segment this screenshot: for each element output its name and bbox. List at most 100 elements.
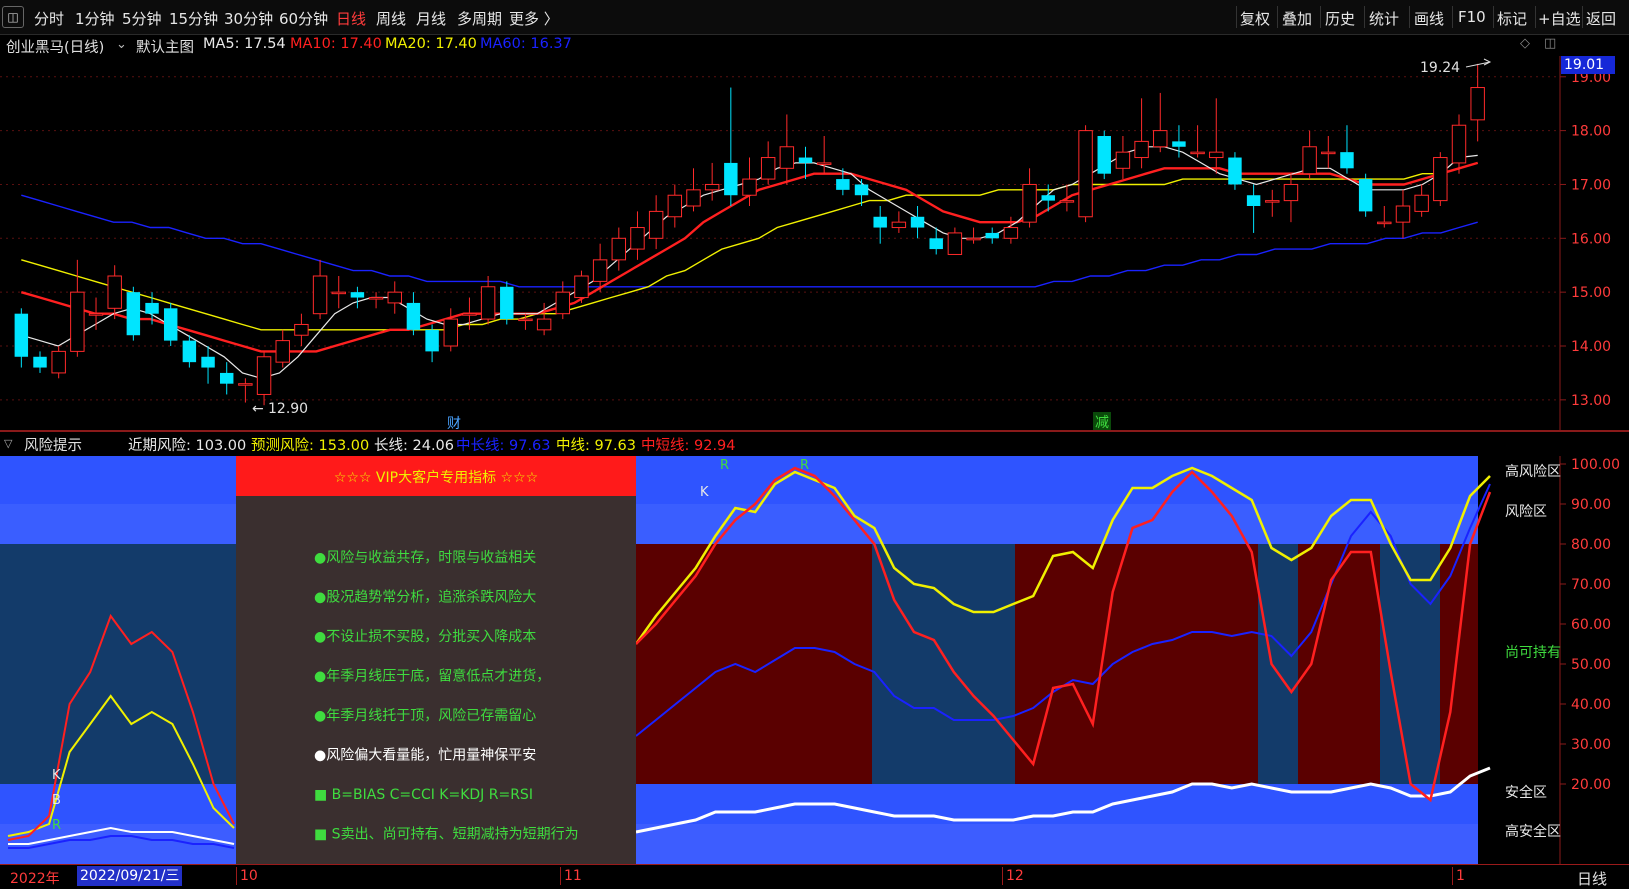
candle	[14, 308, 29, 368]
candle	[480, 276, 496, 325]
vip-line: ●年季月线托于顶，风险已存需留心	[314, 708, 536, 724]
template-dropdown-icon[interactable]: ⌄	[116, 37, 127, 52]
vip-line: ●风险与收益共存，时限与收益相关	[314, 550, 536, 566]
candle	[1209, 98, 1224, 174]
price-tick-label: 13.00	[1571, 393, 1611, 409]
line-mark-right: K	[700, 485, 709, 500]
risk-indicator-chart[interactable]: 100.00 90.00 80.00 70.00 60.00 50.00 40.00 30.0…	[0, 456, 1629, 864]
vip-title: ☆☆☆ VIP大客户专用指标 ☆☆☆	[334, 469, 538, 486]
candle	[275, 329, 290, 368]
candle	[1433, 152, 1448, 206]
stock-name[interactable]: 创业黑马(日线)	[6, 36, 104, 57]
ma10-label: MA10: 17.40	[290, 36, 382, 52]
candle	[1321, 136, 1336, 169]
candle	[816, 136, 832, 174]
vip-info-box: ☆☆☆ VIP大客户专用指标 ☆☆☆ ●风险与收益共存，时限与收益相关 ●股况趋势常…	[236, 456, 636, 864]
vip-line: ■ S卖出、尚可持有、短期减持为短期行为	[314, 827, 579, 843]
stat-predicted-risk: 预测风险: 153.00	[251, 438, 370, 454]
candle	[312, 259, 328, 320]
draw-line-button[interactable]: 画线	[1414, 8, 1444, 29]
candle	[704, 162, 720, 201]
time-axis: 2022年 2022/09/21/三 10 11 12 1 日线	[0, 864, 1629, 888]
price-tick-label: 18.00	[1571, 124, 1611, 140]
candle	[686, 168, 701, 212]
candle	[1302, 130, 1317, 180]
candle	[611, 227, 627, 271]
tab-15min[interactable]: 15分钟	[169, 8, 218, 29]
candle	[425, 324, 439, 363]
price-tick-label: 16.00	[1571, 231, 1611, 247]
candle	[201, 346, 215, 384]
zone-label: 安全区	[1505, 784, 1547, 801]
risk-tick-label: 40.00	[1571, 697, 1611, 713]
candle	[219, 362, 234, 395]
period-toolbar: ◫ 分时 1分钟 5分钟 15分钟 30分钟 60分钟 日线 周线 月线 多周期…	[0, 0, 1629, 35]
collapse-icon[interactable]: ▽	[4, 437, 12, 450]
candle	[760, 141, 776, 185]
tab-more[interactable]: 更多 〉	[509, 8, 559, 29]
line-mark-left: B	[52, 793, 61, 808]
tab-1min[interactable]: 1分钟	[75, 8, 115, 29]
candle	[1078, 125, 1093, 223]
tab-intraday[interactable]: 分时	[34, 8, 64, 29]
year-label: 2022年	[10, 871, 60, 887]
f10-button[interactable]: F10	[1458, 8, 1486, 26]
risk-tick-label: 30.00	[1571, 737, 1611, 753]
candle	[1265, 189, 1280, 217]
diamond-icon[interactable]: ◇	[1520, 36, 1530, 51]
back-button[interactable]: 返回	[1586, 8, 1616, 29]
statistics-button[interactable]: 统计	[1369, 8, 1399, 29]
overlay-button[interactable]: 叠加	[1282, 8, 1312, 29]
risk-tick-label: 100.00	[1571, 457, 1620, 473]
history-button[interactable]: 历史	[1325, 8, 1355, 29]
candle	[294, 313, 309, 346]
candle	[1153, 92, 1168, 153]
candle	[1340, 125, 1354, 174]
candle	[88, 297, 104, 330]
tab-60min[interactable]: 60分钟	[279, 8, 328, 29]
price-tick-label: 17.00	[1571, 177, 1611, 193]
mark-button[interactable]: 标记	[1497, 8, 1527, 29]
vip-line: ●不设止损不买股，分批买入降成本	[314, 629, 536, 645]
tab-monthly[interactable]: 月线	[416, 8, 446, 29]
candle	[387, 281, 402, 314]
month-label-dec: 12	[1006, 868, 1024, 884]
sidebar-toggle-icon[interactable]: ◫	[2, 6, 24, 28]
tab-5min[interactable]: 5分钟	[122, 8, 162, 29]
line-mark-left: K	[52, 768, 61, 783]
event-mark-finance[interactable]: 财	[447, 416, 461, 432]
candle	[779, 114, 795, 185]
stat-mid-long: 中长线: 97.63	[456, 438, 551, 454]
candle	[1377, 206, 1392, 228]
event-mark-reduce[interactable]: 减	[1095, 415, 1109, 431]
candle	[51, 346, 66, 379]
add-watchlist-button[interactable]: +自选	[1538, 8, 1581, 29]
candle	[406, 292, 421, 336]
vip-line: ■ B=BIAS C=CCI K=KDJ R=RSI	[314, 787, 533, 803]
tab-multi-period[interactable]: 多周期	[457, 8, 502, 29]
template-label[interactable]: 默认主图	[136, 36, 194, 57]
tab-30min[interactable]: 30分钟	[224, 8, 273, 29]
stat-long-term: 长线: 24.06	[374, 438, 455, 454]
tab-weekly[interactable]: 周线	[376, 8, 406, 29]
ma60-label: MA60: 16.37	[480, 36, 572, 52]
line-mark-right: R	[720, 458, 729, 473]
indicator-title[interactable]: 风险提示	[24, 434, 82, 455]
month-label-jan: 1	[1456, 868, 1465, 884]
panel-toggle-icon[interactable]: ◫	[1544, 36, 1556, 51]
zone-label: 风险区	[1505, 504, 1547, 520]
candle	[630, 211, 645, 260]
candle	[331, 276, 346, 309]
candle	[107, 265, 122, 320]
adjust-button[interactable]: 复权	[1240, 8, 1270, 29]
tab-daily[interactable]: 日线	[336, 8, 366, 29]
candle	[966, 227, 981, 244]
risk-tick-label: 60.00	[1571, 617, 1611, 633]
candle	[1395, 189, 1411, 239]
low-price-marker: 12.90	[268, 401, 308, 417]
zone-label: 尚可持有	[1505, 645, 1561, 661]
current-price-value: 19.01	[1564, 57, 1604, 73]
candlestick-chart[interactable]: 19.0018.0017.0016.0015.0014.0013.00 19.0…	[0, 56, 1629, 432]
candle	[1358, 173, 1373, 217]
candle	[238, 378, 253, 403]
